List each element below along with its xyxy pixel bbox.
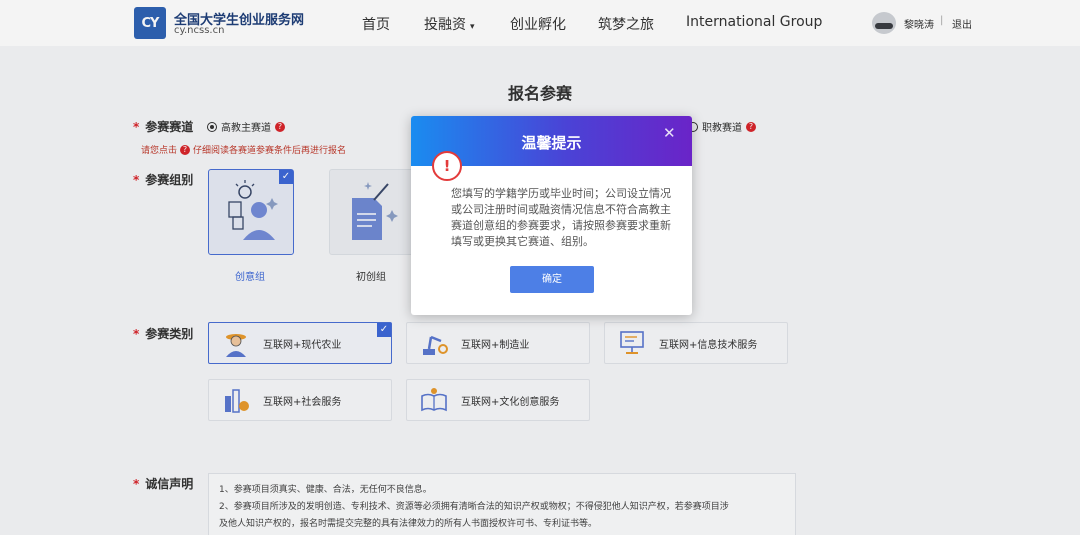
tip-modal: 温馨提示 ✕ ! 您填写的学籍学历或毕业时间；公司设立情况或公司注册时间或融资情… xyxy=(411,116,692,315)
modal-title: 温馨提示 xyxy=(521,134,582,152)
modal-message: 您填写的学籍学历或毕业时间；公司设立情况或公司注册时间或融资情况信息不符合高教主… xyxy=(451,187,671,248)
close-icon[interactable]: ✕ xyxy=(663,124,676,142)
warning-icon: ! xyxy=(432,151,462,181)
confirm-button[interactable]: 确定 xyxy=(510,266,594,293)
